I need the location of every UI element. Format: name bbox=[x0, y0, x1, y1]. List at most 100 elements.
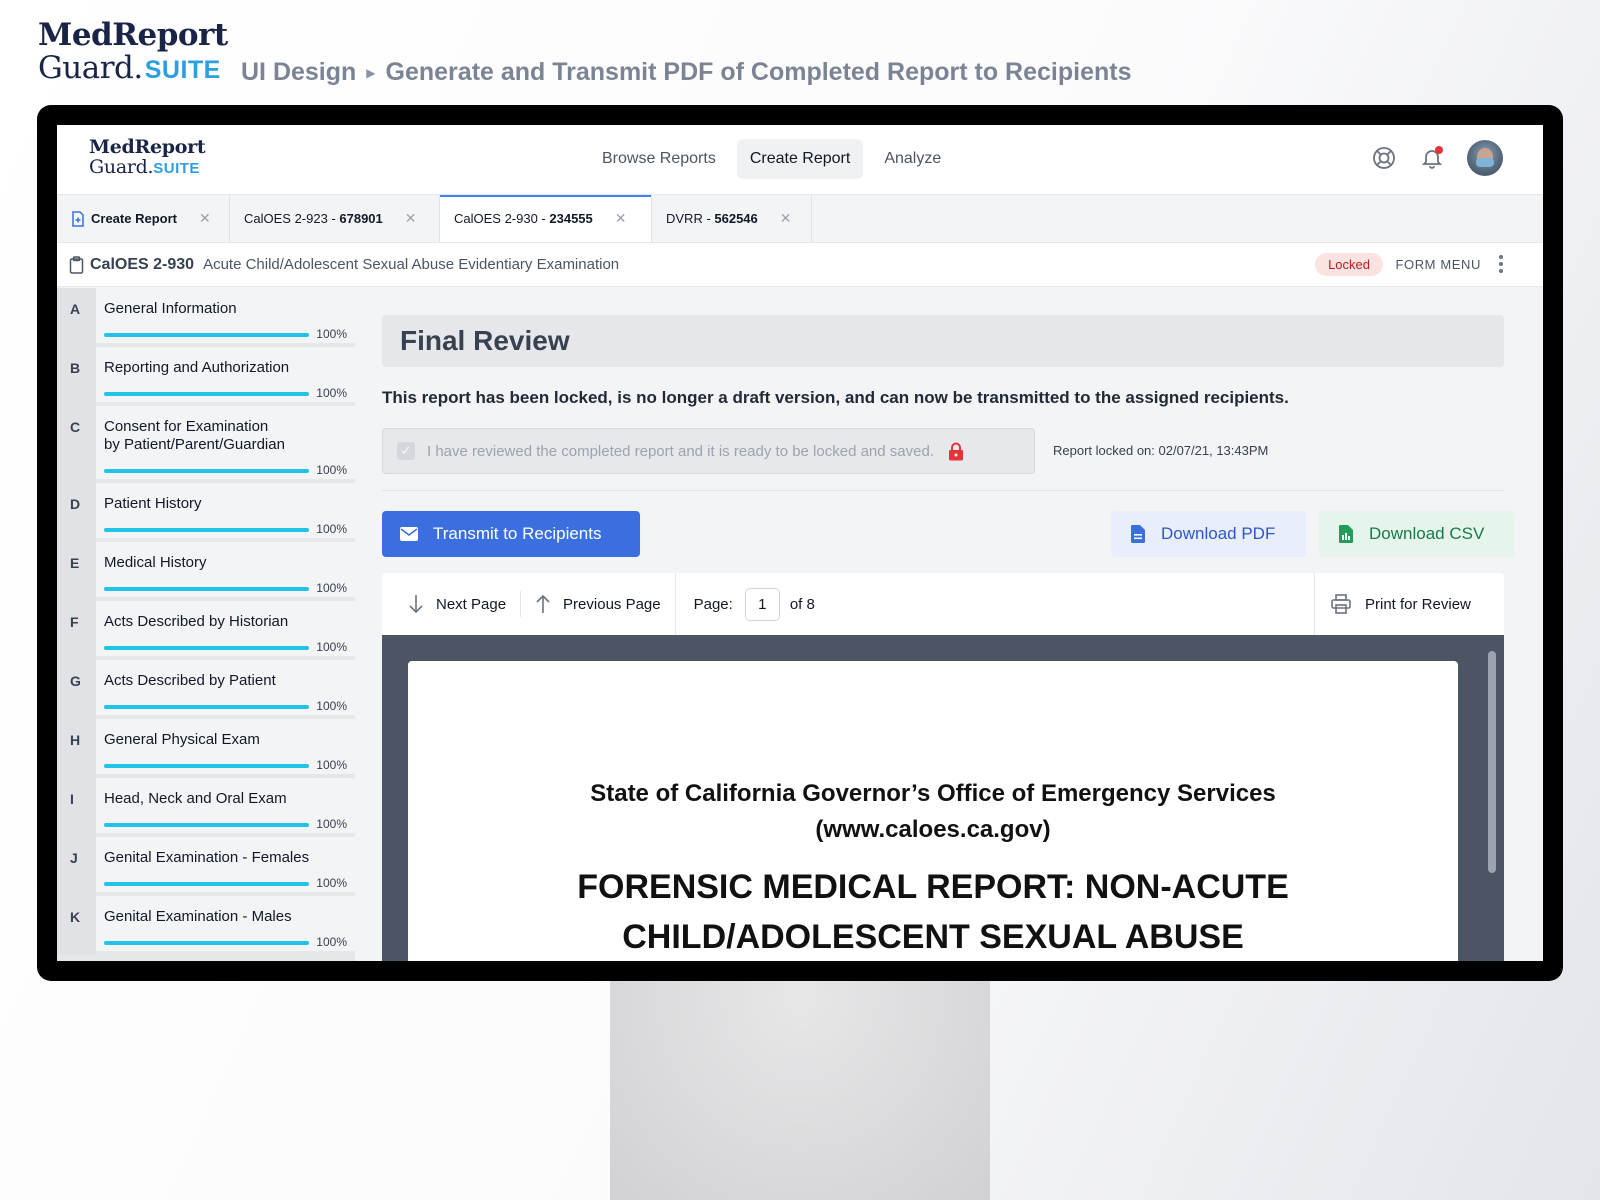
final-review-panel: Final Review This report has been locked… bbox=[355, 288, 1543, 961]
doc-title-line1: FORENSIC MEDICAL REPORT: NON-ACUTE bbox=[577, 868, 1289, 906]
close-icon[interactable]: ✕ bbox=[405, 210, 417, 227]
nav-create-report[interactable]: Create Report bbox=[736, 139, 864, 179]
nav-analyze[interactable]: Analyze bbox=[871, 139, 954, 179]
section-progress-text: 100% bbox=[316, 463, 347, 477]
nav-browse-reports[interactable]: Browse Reports bbox=[589, 139, 729, 179]
section-progress-bar bbox=[104, 764, 309, 768]
section-item-g[interactable]: G Acts Described by Patient 100% bbox=[57, 660, 355, 719]
review-description: This report has been locked, is no longe… bbox=[382, 388, 1289, 407]
confirmation-text: I have reviewed the completed report and… bbox=[427, 442, 934, 460]
section-item-e[interactable]: E Medical History 100% bbox=[57, 542, 355, 601]
review-confirmation-checkbox[interactable]: ✓ I have reviewed the completed report a… bbox=[382, 428, 1035, 474]
chevron-right-icon: ▶ bbox=[366, 65, 376, 80]
section-progress-bar bbox=[104, 882, 309, 886]
presentation-logo: MedReport Guard.SUITE bbox=[38, 20, 228, 84]
main-nav: Browse Reports Create Report Analyze bbox=[589, 139, 954, 179]
section-item-b[interactable]: B Reporting and Authorization 100% bbox=[57, 347, 355, 406]
section-item-d[interactable]: D Patient History 100% bbox=[57, 483, 355, 542]
print-for-review-button[interactable]: Print for Review bbox=[1314, 573, 1504, 635]
section-progress-text: 100% bbox=[316, 817, 347, 831]
tab-report-id: 234555 bbox=[549, 211, 593, 226]
section-label: Reporting and Authorization bbox=[104, 359, 290, 376]
tab-label: CalOES 2-923 - bbox=[244, 211, 340, 226]
page-number-input[interactable]: 1 bbox=[744, 587, 780, 621]
download-csv-button[interactable]: Download CSV bbox=[1319, 511, 1514, 557]
page-count: of 8 bbox=[789, 595, 815, 613]
kebab-menu-icon[interactable] bbox=[1499, 255, 1503, 273]
help-lifebuoy-icon[interactable] bbox=[1371, 145, 1397, 171]
presentation-logo-line1: MedReport bbox=[38, 17, 228, 53]
section-progress-bar bbox=[104, 469, 309, 473]
previous-page-button[interactable]: Previous Page bbox=[521, 573, 675, 635]
doc-title-line2: CHILD/ADOLESCENT SEXUAL ABUSE bbox=[622, 918, 1244, 956]
close-icon[interactable]: ✕ bbox=[199, 210, 211, 227]
doc-website-line: (www.caloes.ca.gov) bbox=[815, 816, 1051, 843]
section-progress-text: 100% bbox=[316, 640, 347, 654]
section-letter: G bbox=[57, 660, 96, 719]
form-code: CalOES 2-930 bbox=[90, 255, 195, 273]
arrow-up-icon bbox=[536, 594, 550, 613]
clipboard-icon bbox=[69, 255, 84, 274]
section-item-f[interactable]: F Acts Described by Historian 100% bbox=[57, 601, 355, 660]
section-label: Medical History bbox=[104, 554, 207, 571]
notification-bell-icon[interactable] bbox=[1419, 145, 1445, 171]
section-progress-text: 100% bbox=[316, 758, 347, 772]
download-csv-label: Download CSV bbox=[1369, 524, 1485, 543]
tab-dvrr[interactable]: DVRR - 562546 ✕ bbox=[652, 195, 812, 242]
pdf-viewer-toolbar: Next Page Previous Page Page: 1 of 8 Pri… bbox=[382, 573, 1504, 635]
app-logo-suite: SUITE bbox=[153, 160, 200, 177]
print-label: Print for Review bbox=[1365, 595, 1471, 613]
tab-create-report[interactable]: Create Report ✕ bbox=[57, 195, 230, 242]
nav-icons bbox=[1371, 140, 1503, 176]
section-item-i[interactable]: I Head, Neck and Oral Exam 100% bbox=[57, 778, 355, 837]
top-nav: MedReport Guard.SUITE Browse Reports Cre… bbox=[57, 125, 1543, 195]
section-letter: H bbox=[57, 719, 96, 778]
tab-report-id: 562546 bbox=[714, 211, 758, 226]
arrow-down-icon bbox=[409, 595, 423, 614]
section-item-k[interactable]: K Genital Examination - Males 100% bbox=[57, 896, 355, 955]
app-logo-line2: Guard. bbox=[89, 156, 154, 178]
section-item-j[interactable]: J Genital Examination - Females 100% bbox=[57, 837, 355, 896]
report-tabs: Create Report ✕ CalOES 2-923 - 678901 ✕ … bbox=[57, 195, 1543, 243]
breadcrumb-page-title: Generate and Transmit PDF of Completed R… bbox=[385, 58, 1132, 86]
pdf-page: State of California Governor’s Office of… bbox=[408, 661, 1458, 961]
tab-label: Create Report bbox=[91, 211, 177, 226]
presentation-logo-suite: SUITE bbox=[144, 56, 221, 84]
section-sidebar: A General Information 100% B Reporting a… bbox=[57, 288, 355, 961]
viewer-scrollbar[interactable] bbox=[1488, 651, 1496, 873]
section-progress-bar bbox=[104, 333, 309, 337]
section-label: Genital Examination - Females bbox=[104, 849, 310, 866]
doc-agency-line: State of California Governor’s Office of… bbox=[590, 780, 1276, 807]
tab-caloes-2-930[interactable]: CalOES 2-930 - 234555 ✕ bbox=[440, 195, 652, 242]
tab-caloes-2-923[interactable]: CalOES 2-923 - 678901 ✕ bbox=[230, 195, 440, 242]
section-progress-bar bbox=[104, 941, 309, 945]
section-item-a[interactable]: A General Information 100% bbox=[57, 288, 355, 347]
section-progress-text: 100% bbox=[316, 386, 347, 400]
section-progress-bar bbox=[104, 646, 309, 650]
section-item-c[interactable]: C Consent for Examination by Patient/Par… bbox=[57, 406, 355, 483]
form-menu-button[interactable]: FORM MENU bbox=[1395, 257, 1481, 272]
download-pdf-label: Download PDF bbox=[1161, 524, 1276, 543]
section-progress-text: 100% bbox=[316, 876, 347, 890]
app-logo[interactable]: MedReport Guard.SUITE bbox=[89, 136, 206, 178]
pdf-viewer[interactable]: State of California Governor’s Office of… bbox=[382, 635, 1504, 961]
user-avatar[interactable] bbox=[1467, 140, 1503, 176]
tab-report-id: 678901 bbox=[339, 211, 383, 226]
printer-icon bbox=[1331, 594, 1351, 614]
section-item-h[interactable]: H General Physical Exam 100% bbox=[57, 719, 355, 778]
section-letter: C bbox=[57, 406, 96, 483]
transmit-button[interactable]: Transmit to Recipients bbox=[382, 511, 640, 557]
close-icon[interactable]: ✕ bbox=[780, 210, 792, 227]
section-progress-text: 100% bbox=[316, 522, 347, 536]
monitor-bezel: MedReport Guard.SUITE Browse Reports Cre… bbox=[37, 105, 1563, 981]
app-logo-line1: MedReport bbox=[89, 136, 206, 158]
section-label: Genital Examination - Males bbox=[104, 908, 292, 925]
next-page-button[interactable]: Next Page bbox=[382, 573, 520, 635]
tab-label: CalOES 2-930 - bbox=[454, 211, 550, 226]
section-letter: K bbox=[57, 896, 96, 955]
close-icon[interactable]: ✕ bbox=[615, 210, 627, 227]
notification-dot bbox=[1435, 146, 1443, 154]
section-label: General Physical Exam bbox=[104, 731, 260, 748]
section-progress-text: 100% bbox=[316, 699, 347, 713]
download-pdf-button[interactable]: Download PDF bbox=[1111, 511, 1306, 557]
